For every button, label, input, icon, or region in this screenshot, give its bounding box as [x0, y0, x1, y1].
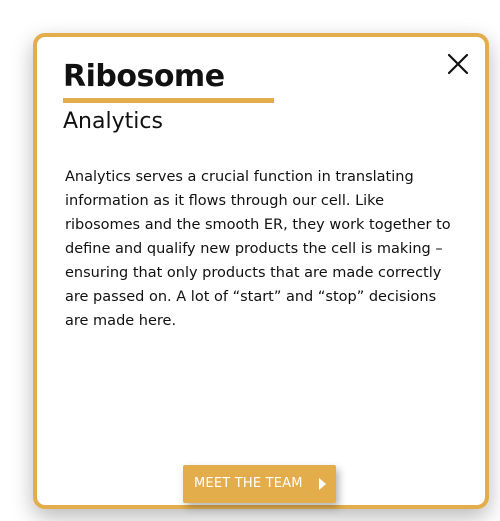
- close-icon: [447, 53, 469, 75]
- card-description: Analytics serves a crucial function in t…: [65, 169, 451, 329]
- close-button[interactable]: [445, 51, 471, 77]
- meet-the-team-button[interactable]: MEET THE TEAM: [183, 465, 336, 503]
- play-triangle-icon: [319, 478, 326, 490]
- card-title: Ribosome: [63, 59, 225, 94]
- title-underline: [63, 98, 274, 103]
- card-subtitle: Analytics: [63, 109, 163, 134]
- meet-the-team-label: MEET THE TEAM: [194, 476, 303, 491]
- info-card: Ribosome Analytics Analytics serves a cr…: [33, 33, 489, 509]
